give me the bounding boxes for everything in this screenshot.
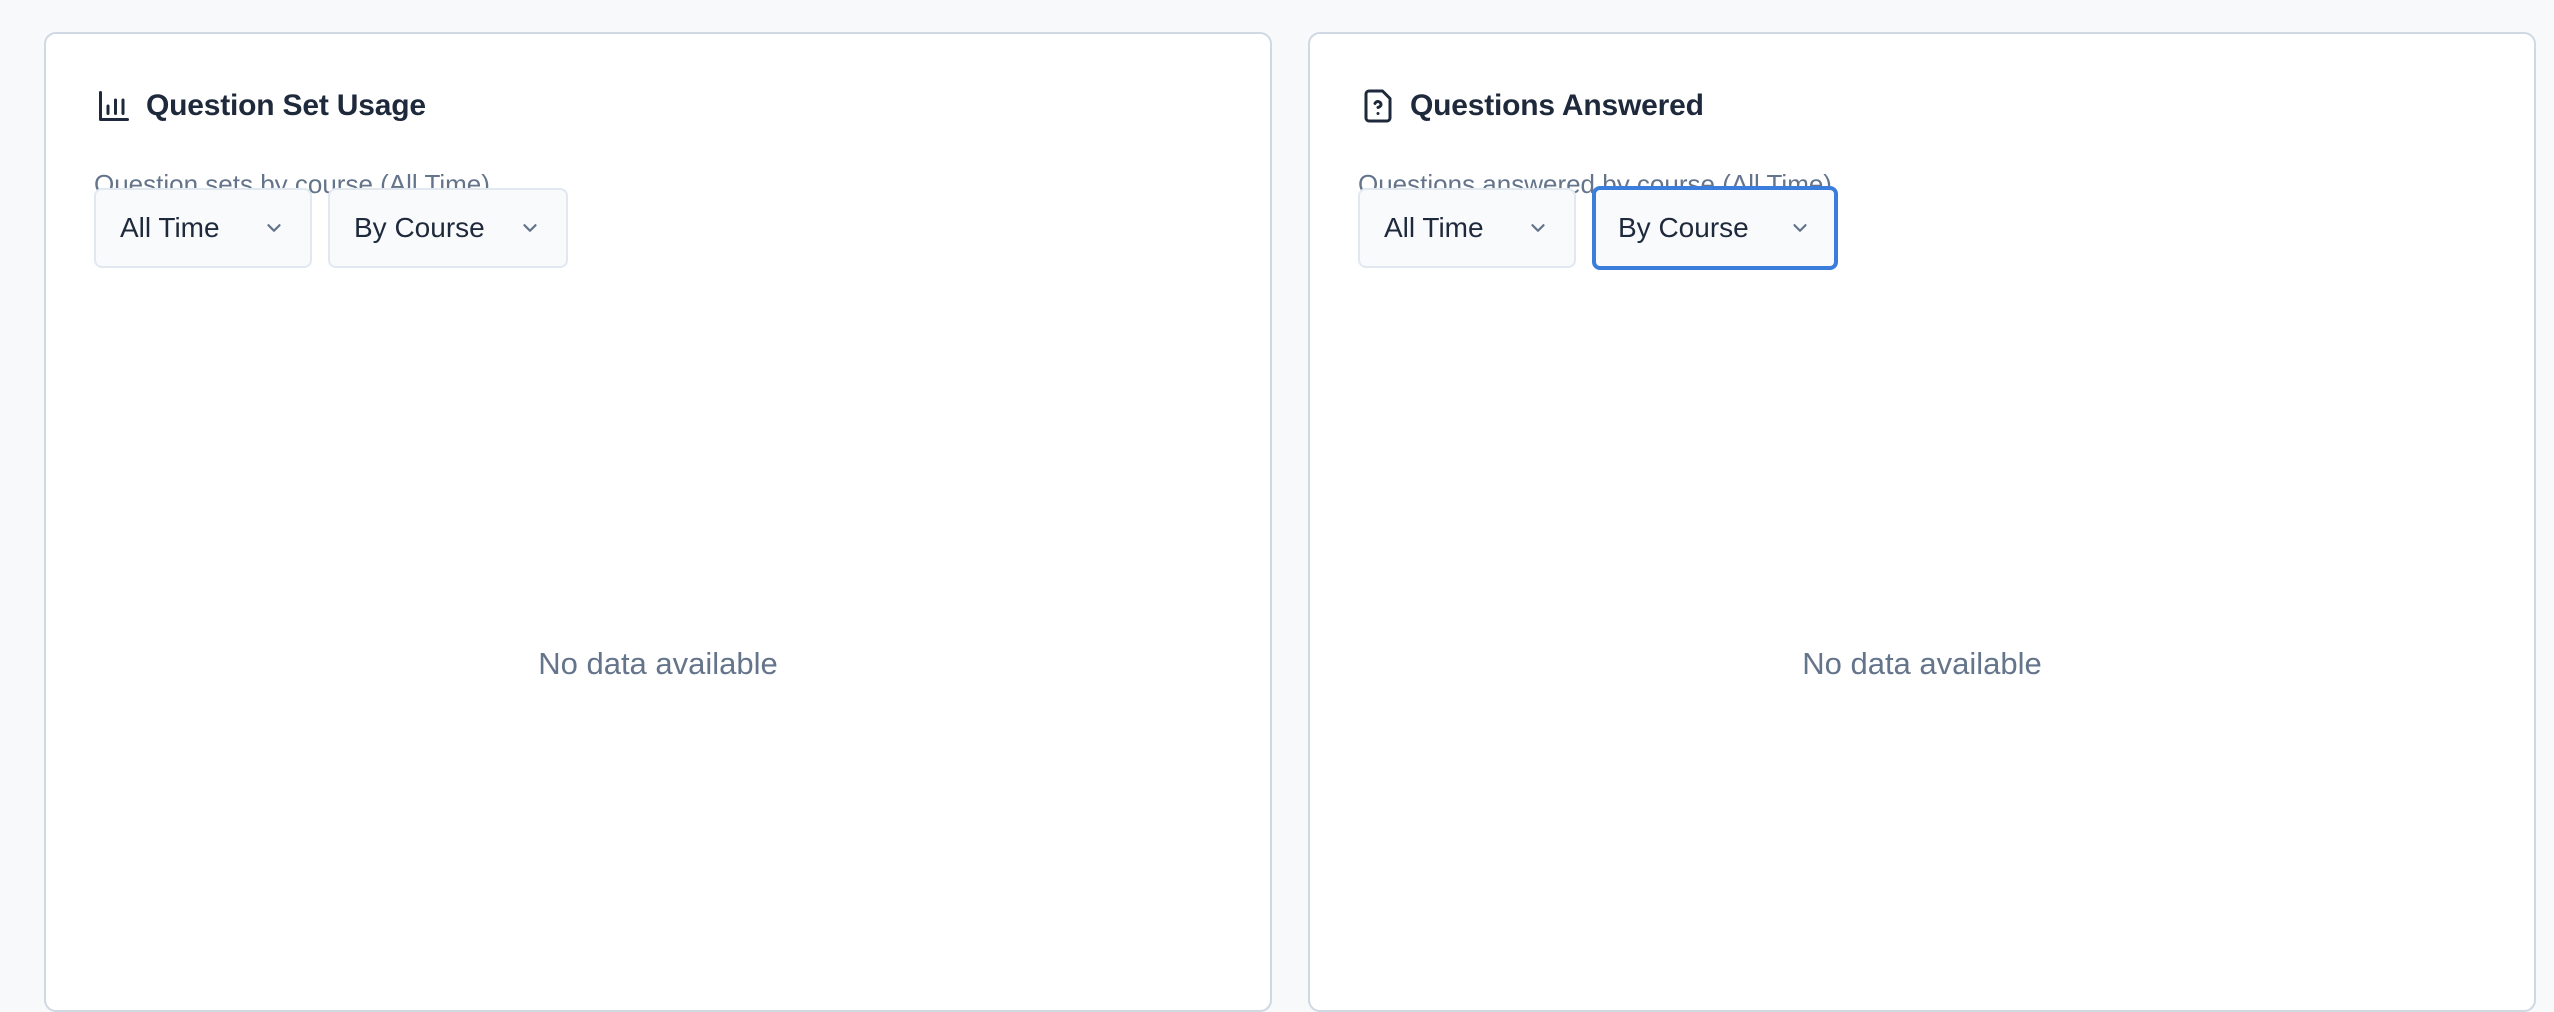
filter-controls: All Time By Course <box>94 188 568 268</box>
questions-answered-card: Questions Answered Questions answered by… <box>1308 32 2536 1012</box>
time-range-select[interactable]: All Time <box>1358 188 1576 268</box>
filter-controls: All Time By Course <box>1358 186 1838 270</box>
card-header: Questions Answered <box>1358 86 1704 126</box>
group-by-select-value: By Course <box>354 212 485 243</box>
group-by-select[interactable]: By Course <box>328 188 568 268</box>
group-by-select-value: By Course <box>1618 212 1749 243</box>
time-range-select-value: All Time <box>120 212 220 243</box>
chevron-down-icon <box>262 216 286 240</box>
bar-chart-icon <box>94 86 134 126</box>
question-set-usage-card: Question Set Usage Question sets by cour… <box>44 32 1272 1012</box>
chevron-down-icon <box>518 216 542 240</box>
file-question-icon <box>1358 86 1398 126</box>
card-title: Question Set Usage <box>146 89 426 122</box>
chevron-down-icon <box>1526 216 1550 240</box>
card-title: Questions Answered <box>1410 89 1704 122</box>
chevron-down-icon <box>1788 216 1812 240</box>
empty-state-message: No data available <box>1802 646 2042 681</box>
empty-state-message: No data available <box>538 646 778 681</box>
card-header: Question Set Usage <box>94 86 426 126</box>
time-range-select-value: All Time <box>1384 212 1484 243</box>
group-by-select[interactable]: By Course <box>1592 186 1838 270</box>
time-range-select[interactable]: All Time <box>94 188 312 268</box>
